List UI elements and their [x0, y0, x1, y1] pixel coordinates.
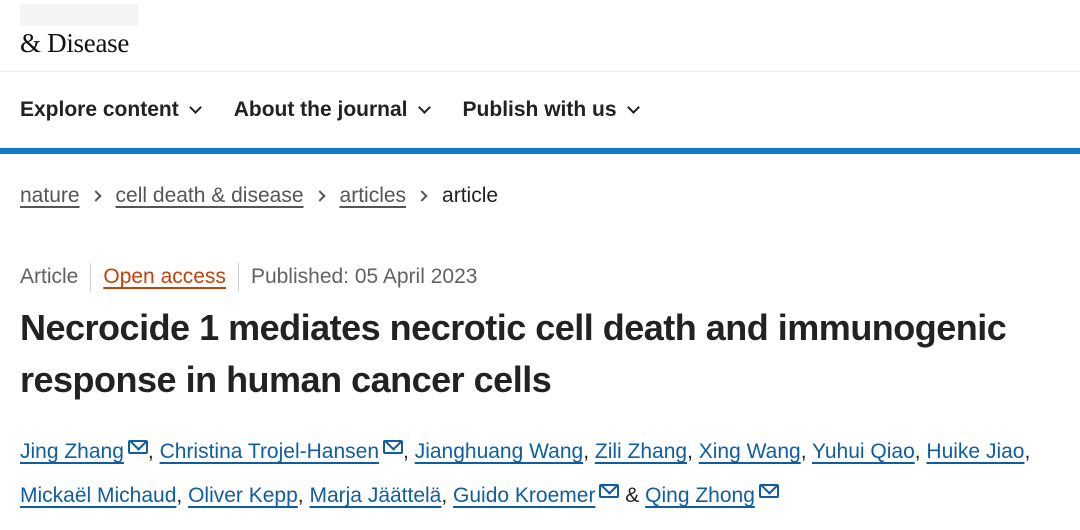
- author-link[interactable]: Marja Jäättelä: [309, 484, 441, 507]
- article-type: Article: [20, 265, 79, 288]
- author-link[interactable]: Yuhui Qiao: [812, 440, 915, 463]
- chevron-right-icon: [89, 190, 102, 202]
- meta-divider: [90, 263, 92, 291]
- email-icon[interactable]: [599, 484, 620, 498]
- author-link[interactable]: Oliver Kepp: [188, 484, 298, 507]
- author-link[interactable]: Qing Zhong: [645, 484, 755, 507]
- open-access-link[interactable]: Open access: [103, 265, 226, 289]
- author-separator: ,: [687, 440, 699, 463]
- author-link[interactable]: Mickaël Michaud: [20, 484, 176, 507]
- author-separator: ,: [147, 440, 160, 463]
- breadcrumb-current: article: [442, 184, 499, 207]
- nav-publish-with-us[interactable]: Publish with us: [462, 98, 640, 122]
- nav-explore-content[interactable]: Explore content: [20, 98, 202, 122]
- article-meta: Article Open access Published: 05 April …: [20, 263, 477, 291]
- chevron-right-icon: [416, 190, 428, 202]
- article-title: Necrocide 1 mediates necrotic cell death…: [20, 307, 1007, 400]
- author-link[interactable]: Christina Trojel-Hansen: [160, 440, 379, 463]
- email-icon[interactable]: [758, 484, 779, 498]
- author-link[interactable]: Jing Zhang: [20, 440, 124, 463]
- author-separator: ,: [176, 484, 189, 507]
- nav-publish-with-us-label: Publish with us: [462, 98, 617, 121]
- chevron-right-icon: [313, 190, 326, 202]
- author-separator: ,: [297, 484, 310, 507]
- chevron-down-icon: [188, 101, 202, 114]
- author-link[interactable]: Huike Jiao: [926, 440, 1024, 463]
- site-header: & Disease: [0, 0, 1080, 72]
- author-link[interactable]: Jianghuang Wang: [415, 440, 584, 463]
- author-link[interactable]: Zili Zhang: [595, 440, 687, 463]
- breadcrumb-cell-death-disease[interactable]: cell death & disease: [116, 184, 304, 208]
- meta-divider: [237, 263, 239, 291]
- author-list: Jing Zhang, Christina Trojel-Hansen, Jia…: [20, 430, 1065, 518]
- journal-logo[interactable]: & Disease: [20, 28, 129, 59]
- nav-about-the-journal-label: About the journal: [233, 98, 408, 121]
- author-separator: ,: [403, 440, 415, 463]
- main-nav: Explore content About the journal Publis…: [0, 72, 1080, 148]
- nav-explore-content-label: Explore content: [20, 98, 179, 121]
- author-separator: ,: [441, 484, 454, 507]
- author-separator: ,: [800, 440, 812, 463]
- email-icon[interactable]: [383, 440, 404, 454]
- email-icon[interactable]: [127, 440, 148, 454]
- chevron-down-icon: [626, 101, 640, 114]
- author-separator: ,: [1024, 440, 1031, 463]
- author-separator: &: [619, 484, 646, 507]
- nav-about-the-journal[interactable]: About the journal: [233, 98, 431, 122]
- breadcrumb-articles[interactable]: articles: [340, 184, 407, 208]
- breadcrumb: nature cell death & disease articles art…: [20, 184, 498, 208]
- author-separator: ,: [914, 440, 927, 463]
- published-date: Published: 05 April 2023: [250, 265, 478, 288]
- author-separator: ,: [583, 440, 595, 463]
- author-link[interactable]: Xing Wang: [699, 440, 801, 463]
- author-link[interactable]: Guido Kroemer: [453, 484, 595, 507]
- logo-faded-area: [20, 4, 138, 26]
- chevron-down-icon: [417, 101, 431, 114]
- nav-divider: [0, 148, 1080, 154]
- breadcrumb-nature[interactable]: nature: [20, 184, 80, 208]
